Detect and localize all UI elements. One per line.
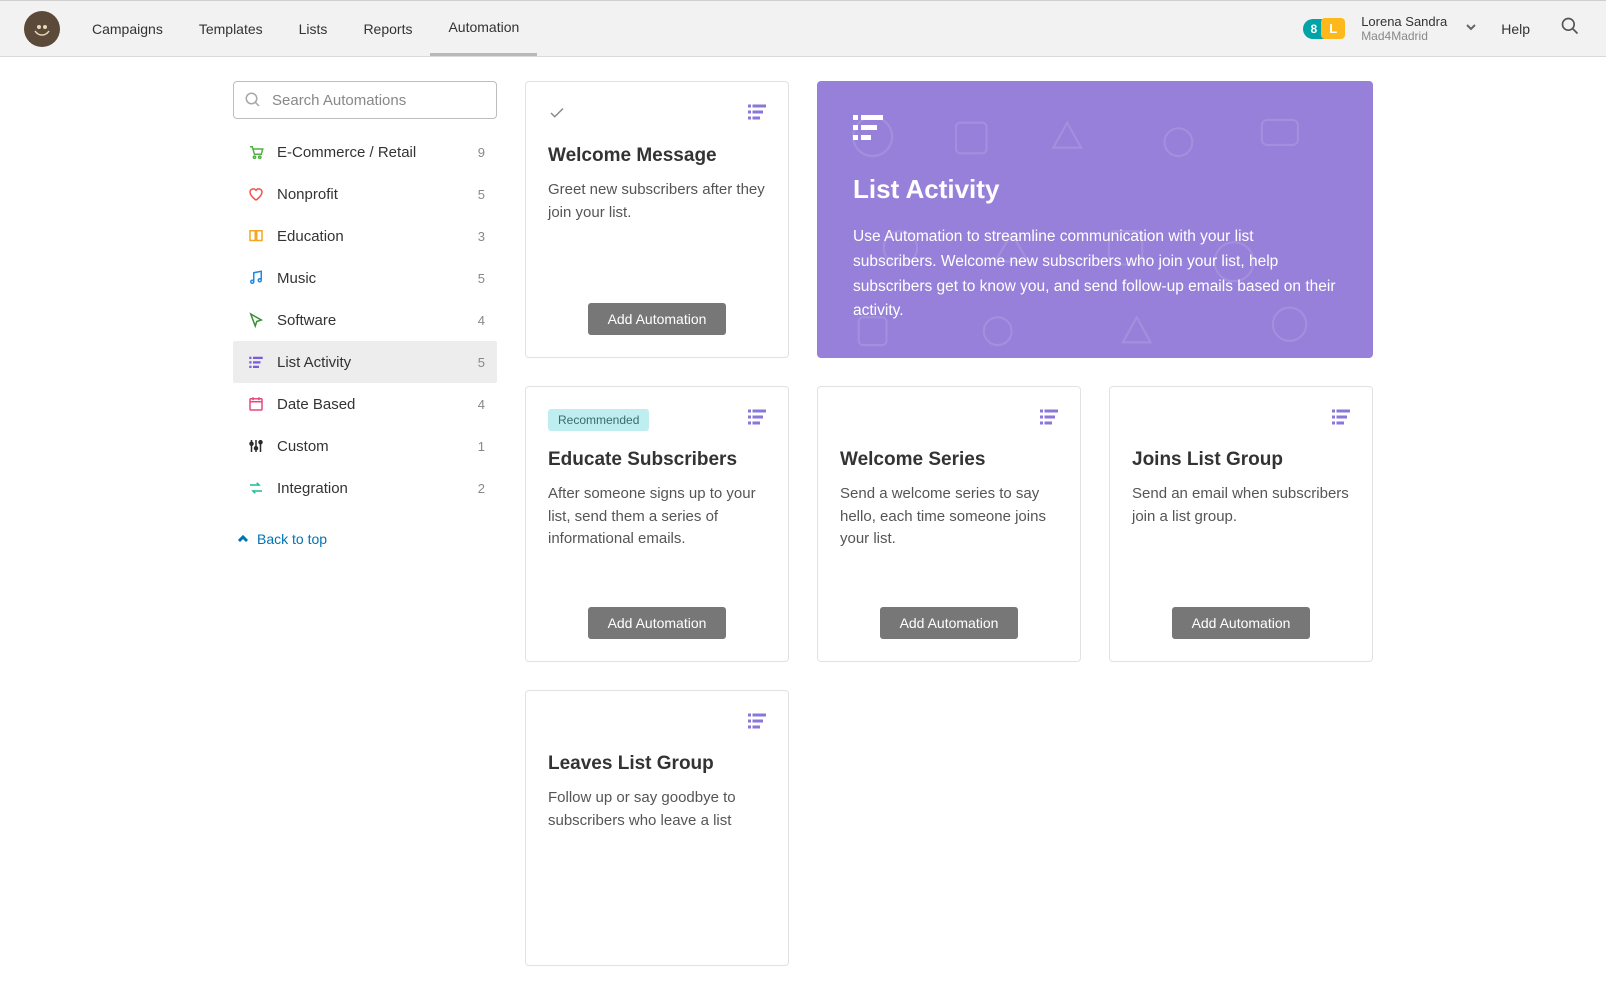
- list-icon: [245, 353, 267, 371]
- content-grid: Welcome Message Greet new subscribers af…: [525, 81, 1373, 966]
- sidebar-item-label: Custom: [277, 438, 478, 455]
- sidebar-item-label: E-Commerce / Retail: [277, 144, 478, 161]
- topbar: Campaigns Templates Lists Reports Automa…: [0, 0, 1606, 57]
- nav-automation[interactable]: Automation: [430, 1, 537, 56]
- card-desc: Send a welcome series to say hello, each…: [840, 483, 1058, 551]
- chevron-up-icon: [237, 533, 249, 545]
- sidebar-item-count: 1: [478, 439, 485, 454]
- search-automations[interactable]: [233, 81, 497, 119]
- card-desc: Greet new subscribers after they join yo…: [548, 179, 766, 224]
- badge-letter: L: [1321, 18, 1345, 39]
- category-list: E-Commerce / Retail 9 Nonprofit 5 Educat…: [233, 131, 497, 509]
- calendar-icon: [245, 395, 267, 413]
- check-icon: [548, 104, 566, 127]
- card-title: Welcome Message: [548, 145, 766, 167]
- nav-lists[interactable]: Lists: [281, 1, 346, 56]
- card-title: Joins List Group: [1132, 449, 1350, 471]
- sidebar-item-label: Nonprofit: [277, 186, 478, 203]
- sidebar-item-count: 4: [478, 313, 485, 328]
- sidebar-item-count: 5: [478, 355, 485, 370]
- back-to-top[interactable]: Back to top: [233, 531, 497, 547]
- sidebar-item-date-based[interactable]: Date Based 4: [233, 383, 497, 425]
- sidebar-item-label: Software: [277, 312, 478, 329]
- hero-pattern: [817, 81, 1373, 358]
- user-name: Lorena Sandra: [1361, 14, 1447, 29]
- back-to-top-label: Back to top: [257, 531, 327, 547]
- arrows-icon: [245, 479, 267, 497]
- account-badge[interactable]: 8 L: [1303, 18, 1346, 39]
- cursor-icon: [245, 311, 267, 329]
- card-joins-list-group: Joins List Group Send an email when subs…: [1109, 386, 1373, 662]
- sidebar: E-Commerce / Retail 9 Nonprofit 5 Educat…: [233, 81, 497, 966]
- recommended-badge: Recommended: [548, 409, 649, 431]
- sidebar-item-count: 4: [478, 397, 485, 412]
- cart-icon: [245, 143, 267, 161]
- sidebar-item-count: 9: [478, 145, 485, 160]
- list-icon: [1332, 409, 1350, 430]
- nav-campaigns[interactable]: Campaigns: [74, 1, 181, 56]
- logo[interactable]: [24, 11, 60, 47]
- user-menu[interactable]: Lorena Sandra Mad4Madrid: [1361, 14, 1447, 43]
- sidebar-item-label: Education: [277, 228, 478, 245]
- sidebar-item-music[interactable]: Music 5: [233, 257, 497, 299]
- sidebar-item-integration[interactable]: Integration 2: [233, 467, 497, 509]
- list-icon: [748, 409, 766, 430]
- add-automation-button[interactable]: Add Automation: [1172, 607, 1311, 639]
- search-icon: [244, 91, 262, 109]
- sliders-icon: [245, 437, 267, 455]
- card-title: Leaves List Group: [548, 753, 766, 775]
- nav-reports[interactable]: Reports: [345, 1, 430, 56]
- sidebar-item-label: Date Based: [277, 396, 478, 413]
- sidebar-item-list-activity[interactable]: List Activity 5: [233, 341, 497, 383]
- help-link[interactable]: Help: [1487, 21, 1544, 37]
- list-icon: [748, 713, 766, 734]
- card-desc: Follow up or say goodbye to subscribers …: [548, 787, 766, 832]
- sidebar-item-count: 5: [478, 187, 485, 202]
- sidebar-item-nonprofit[interactable]: Nonprofit 5: [233, 173, 497, 215]
- list-icon: [1040, 409, 1058, 430]
- nav-templates[interactable]: Templates: [181, 1, 281, 56]
- add-automation-button[interactable]: Add Automation: [880, 607, 1019, 639]
- sidebar-item-label: Music: [277, 270, 478, 287]
- sidebar-item-count: 3: [478, 229, 485, 244]
- music-icon: [245, 269, 267, 287]
- hero-list-activity: List Activity Use Automation to streamli…: [817, 81, 1373, 358]
- add-automation-button[interactable]: Add Automation: [588, 607, 727, 639]
- book-icon: [245, 227, 267, 245]
- card-educate-subscribers: Recommended Educate Subscribers After so…: [525, 386, 789, 662]
- add-automation-button[interactable]: Add Automation: [588, 303, 727, 335]
- card-desc: Send an email when subscribers join a li…: [1132, 483, 1350, 528]
- sidebar-item-label: Integration: [277, 480, 478, 497]
- card-leaves-list-group: Leaves List Group Follow up or say goodb…: [525, 690, 789, 966]
- sidebar-item-count: 5: [478, 271, 485, 286]
- sidebar-item-label: List Activity: [277, 354, 478, 371]
- heart-icon: [245, 185, 267, 203]
- sidebar-item-custom[interactable]: Custom 1: [233, 425, 497, 467]
- sidebar-item-ecommerce[interactable]: E-Commerce / Retail 9: [233, 131, 497, 173]
- list-icon: [748, 104, 766, 125]
- sidebar-item-count: 2: [478, 481, 485, 496]
- card-desc: After someone signs up to your list, sen…: [548, 483, 766, 551]
- search-button[interactable]: [1544, 16, 1596, 41]
- card-welcome-series: Welcome Series Send a welcome series to …: [817, 386, 1081, 662]
- sidebar-item-education[interactable]: Education 3: [233, 215, 497, 257]
- card-welcome-message: Welcome Message Greet new subscribers af…: [525, 81, 789, 358]
- card-title: Welcome Series: [840, 449, 1058, 471]
- main-nav: Campaigns Templates Lists Reports Automa…: [74, 1, 537, 56]
- sidebar-item-software[interactable]: Software 4: [233, 299, 497, 341]
- card-title: Educate Subscribers: [548, 449, 766, 471]
- user-org: Mad4Madrid: [1361, 29, 1447, 43]
- search-input[interactable]: [272, 92, 486, 109]
- chevron-down-icon[interactable]: [1465, 20, 1477, 38]
